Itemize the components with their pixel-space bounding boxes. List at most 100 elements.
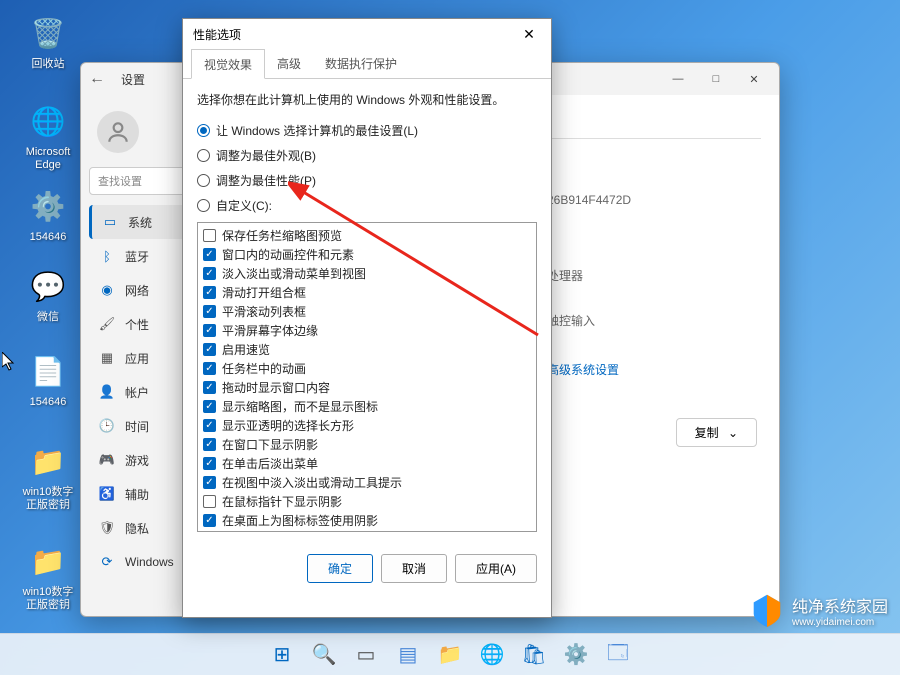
- network-icon: ◉: [99, 282, 115, 298]
- watermark-icon: [748, 591, 786, 629]
- radio-let-windows[interactable]: 让 Windows 选择计算机的最佳设置(L): [197, 122, 537, 139]
- processor-label: 处理器: [547, 267, 757, 284]
- checkbox-icon: ✓: [203, 343, 216, 356]
- checkbox-row-12[interactable]: ✓在单击后淡出菜单: [203, 454, 531, 473]
- window-controls: — □ ✕: [661, 67, 771, 91]
- close-button[interactable]: ✕: [737, 67, 771, 91]
- checkbox-row-3[interactable]: ✓滑动打开组合框: [203, 283, 531, 302]
- apps-icon: ▦: [99, 350, 115, 366]
- copy-button[interactable]: 复制 ⌄: [676, 418, 757, 447]
- taskbar-store[interactable]: 🛍: [516, 637, 552, 673]
- desktop-icon-win10-key-folder[interactable]: 📁win10数字正版密钥: [18, 540, 78, 612]
- avatar[interactable]: [97, 111, 139, 153]
- cancel-button[interactable]: 取消: [381, 554, 447, 583]
- perf-checkbox-list[interactable]: 保存任务栏缩略图预览✓窗口内的动画控件和元素✓淡入淡出或滑动菜单到视图✓滑动打开…: [197, 222, 537, 532]
- mouse-cursor: [2, 352, 16, 377]
- perf-radio-group: 让 Windows 选择计算机的最佳设置(L) 调整为最佳外观(B) 调整为最佳性能…: [197, 122, 537, 214]
- taskbar-start[interactable]: ⊞: [264, 637, 300, 673]
- radio-best-performance[interactable]: 调整为最佳性能(P): [197, 172, 537, 189]
- checkbox-row-7[interactable]: ✓任务栏中的动画: [203, 359, 531, 378]
- checkbox-row-0[interactable]: 保存任务栏缩略图预览: [203, 226, 531, 245]
- checkbox-row-10[interactable]: ✓显示亚透明的选择长方形: [203, 416, 531, 435]
- desktop-icon-wechat[interactable]: 💬微信: [18, 265, 78, 324]
- touch-label: 触控输入: [547, 312, 757, 329]
- perf-tab-0[interactable]: 视觉效果: [191, 49, 265, 79]
- checkbox-icon: ✓: [203, 286, 216, 299]
- perf-tab-2[interactable]: 数据执行保护: [313, 49, 409, 78]
- search-placeholder: 查找设置: [98, 173, 142, 189]
- checkbox-row-15[interactable]: ✓在桌面上为图标标签使用阴影: [203, 511, 531, 530]
- maximize-button[interactable]: □: [699, 67, 733, 91]
- checkbox-icon: ✓: [203, 381, 216, 394]
- win10-key-folder-icon: 📁: [27, 540, 69, 582]
- accessibility-icon: ♿: [99, 486, 115, 502]
- checkbox-row-8[interactable]: ✓拖动时显示窗口内容: [203, 378, 531, 397]
- checkbox-row-11[interactable]: ✓在窗口下显示阴影: [203, 435, 531, 454]
- personalization-icon: 🖌: [99, 316, 115, 332]
- checkbox-icon: ✓: [203, 438, 216, 451]
- desktop-icon-edge[interactable]: 🌐Microsoft Edge: [18, 100, 78, 172]
- wechat-icon: 💬: [27, 265, 69, 307]
- desktop-icon-file-154646[interactable]: ⚙️154646: [18, 185, 78, 244]
- desktop-icon-win10-key-zip[interactable]: 📁win10数字正版密钥: [18, 440, 78, 512]
- time-icon: 🕒: [99, 418, 115, 434]
- checkbox-row-2[interactable]: ✓淡入淡出或滑动菜单到视图: [203, 264, 531, 283]
- radio-icon: [197, 199, 210, 212]
- checkbox-icon: ✓: [203, 419, 216, 432]
- chevron-down-icon: ⌄: [728, 426, 738, 440]
- checkbox-row-14[interactable]: 在鼠标指针下显示阴影: [203, 492, 531, 511]
- taskbar-taskview[interactable]: ▭: [348, 637, 384, 673]
- radio-icon: [197, 124, 210, 137]
- checkbox-row-16[interactable]: ✓在最大化和最小化时显示窗口动画: [203, 530, 531, 532]
- taskbar: ⊞🔍▭▤📁🌐🛍⚙️🗔: [0, 633, 900, 675]
- checkbox-icon: ✓: [203, 267, 216, 280]
- perf-titlebar: 性能选项 ✕: [183, 19, 551, 49]
- taskbar-settings-tb[interactable]: ⚙️: [558, 637, 594, 673]
- perf-buttons: 确定 取消 应用(A): [183, 544, 551, 593]
- system-icon: ▭: [102, 214, 118, 230]
- recycle-bin-icon: 🗑️: [27, 12, 69, 54]
- taskbar-search[interactable]: 🔍: [306, 637, 342, 673]
- perf-tab-1[interactable]: 高级: [265, 49, 313, 78]
- desktop-icon-recycle-bin[interactable]: 🗑️回收站: [18, 12, 78, 71]
- checkbox-row-4[interactable]: ✓平滑滚动列表框: [203, 302, 531, 321]
- watermark: 纯净系统家园 www.yidaimei.com: [748, 591, 888, 629]
- ok-button[interactable]: 确定: [307, 554, 373, 583]
- update-icon: ⟳: [99, 554, 115, 570]
- radio-best-appearance[interactable]: 调整为最佳外观(B): [197, 147, 537, 164]
- txt-154646-icon: 📄: [27, 350, 69, 392]
- checkbox-icon: ✓: [203, 305, 216, 318]
- file-154646-icon: ⚙️: [27, 185, 69, 227]
- taskbar-edge-tb[interactable]: 🌐: [474, 637, 510, 673]
- perf-description: 选择你想在此计算机上使用的 Windows 外观和性能设置。: [197, 91, 537, 108]
- system-info-panel: 26B914F4472D 处理器 触控输入 高级系统设置 复制 ⌄: [547, 193, 757, 447]
- radio-custom[interactable]: 自定义(C):: [197, 197, 537, 214]
- checkbox-icon: ✓: [203, 362, 216, 375]
- checkbox-icon: ✓: [203, 324, 216, 337]
- taskbar-explorer[interactable]: 📁: [432, 637, 468, 673]
- performance-options-dialog: 性能选项 ✕ 视觉效果高级数据执行保护 选择你想在此计算机上使用的 Window…: [182, 18, 552, 618]
- apply-button[interactable]: 应用(A): [455, 554, 537, 583]
- perf-tabs: 视觉效果高级数据执行保护: [183, 49, 551, 79]
- perf-close-button[interactable]: ✕: [517, 26, 541, 43]
- back-button[interactable]: ←: [89, 70, 113, 88]
- radio-icon: [197, 174, 210, 187]
- checkbox-row-9[interactable]: ✓显示缩略图，而不是显示图标: [203, 397, 531, 416]
- edge-icon: 🌐: [27, 100, 69, 142]
- checkbox-row-6[interactable]: ✓启用速览: [203, 340, 531, 359]
- checkbox-icon: [203, 495, 216, 508]
- checkbox-row-13[interactable]: ✓在视图中淡入淡出或滑动工具提示: [203, 473, 531, 492]
- checkbox-icon: ✓: [203, 476, 216, 489]
- taskbar-widgets[interactable]: ▤: [390, 637, 426, 673]
- accounts-icon: 👤: [99, 384, 115, 400]
- checkbox-row-5[interactable]: ✓平滑屏幕字体边缘: [203, 321, 531, 340]
- checkbox-row-1[interactable]: ✓窗口内的动画控件和元素: [203, 245, 531, 264]
- win10-key-zip-icon: 📁: [27, 440, 69, 482]
- perf-body: 选择你想在此计算机上使用的 Windows 外观和性能设置。 让 Windows…: [183, 79, 551, 544]
- minimize-button[interactable]: —: [661, 67, 695, 91]
- taskbar-app-tb[interactable]: 🗔: [600, 637, 636, 673]
- desktop-icon-txt-154646[interactable]: 📄154646: [18, 350, 78, 409]
- advanced-system-link[interactable]: 高级系统设置: [547, 361, 757, 378]
- checkbox-icon: ✓: [203, 248, 216, 261]
- device-id: 26B914F4472D: [547, 193, 757, 207]
